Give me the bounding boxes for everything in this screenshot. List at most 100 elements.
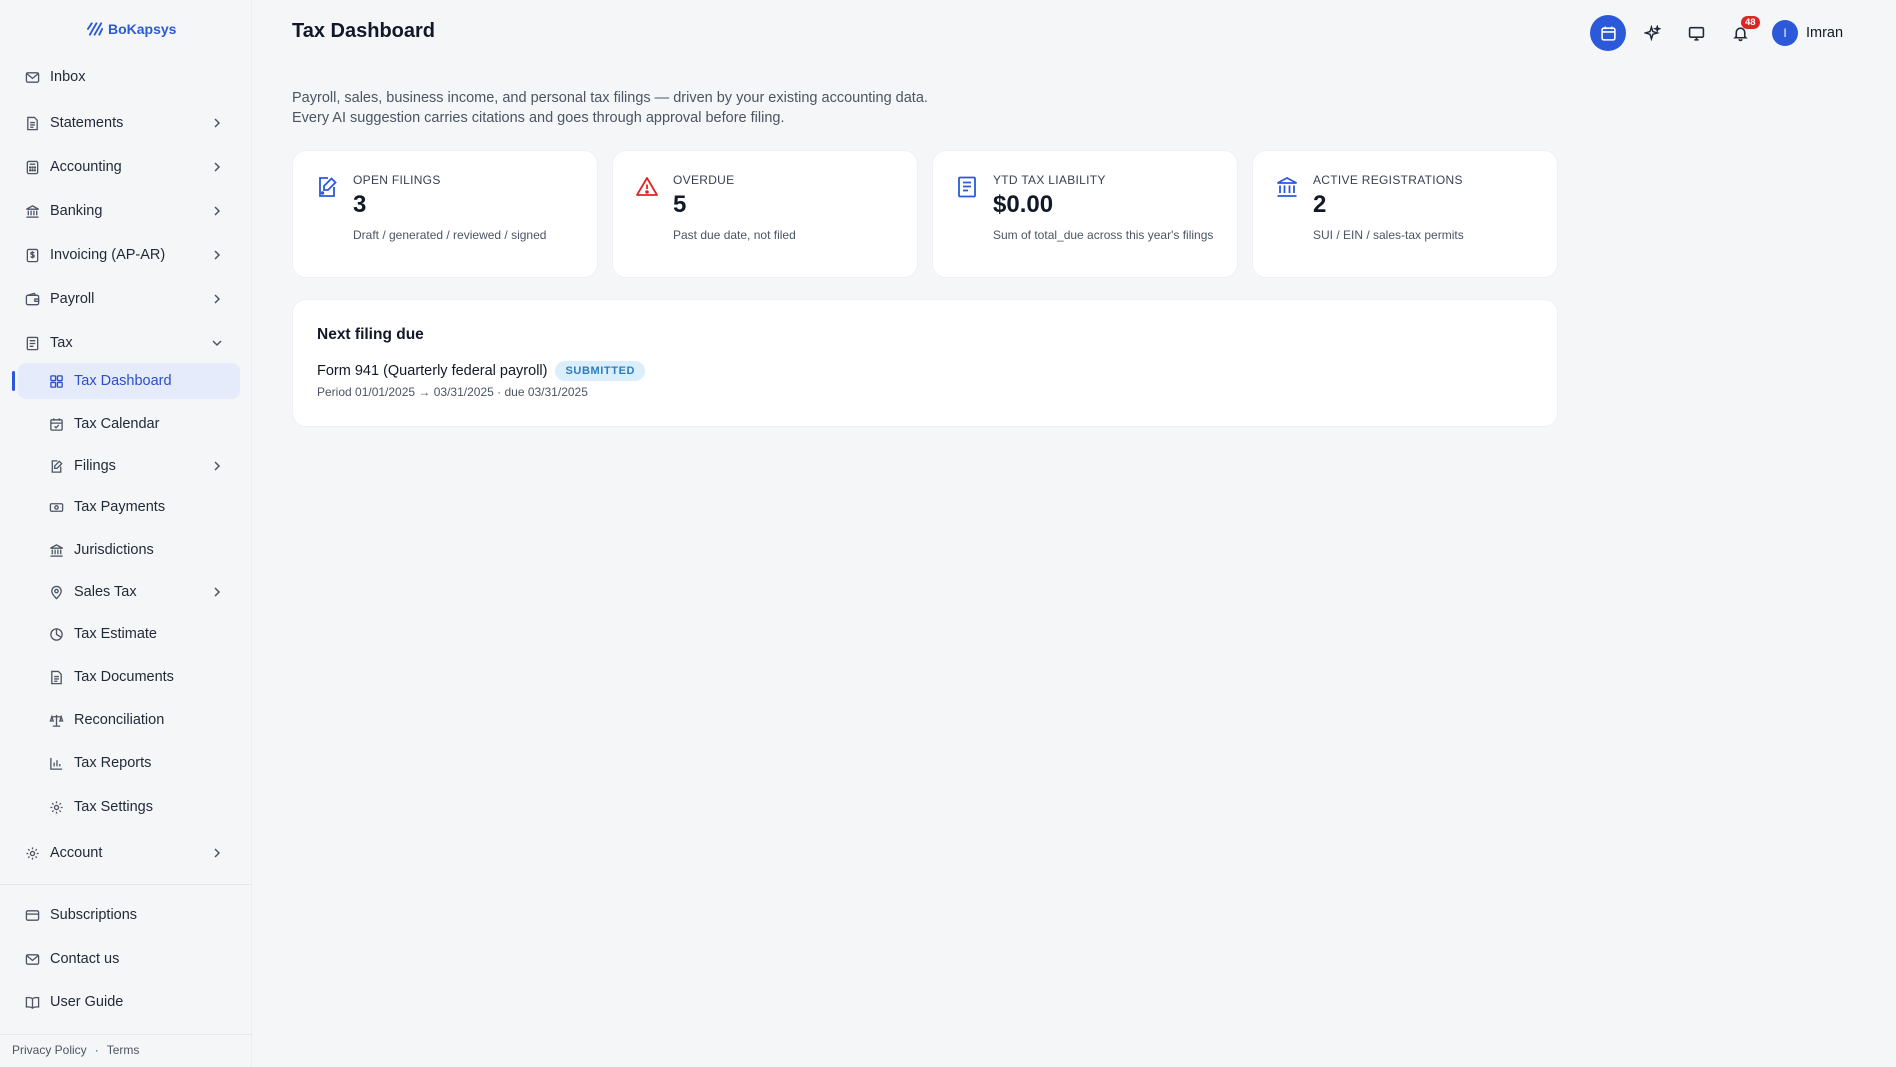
sidebar-item-label: Tax bbox=[50, 335, 73, 351]
ai-assistant-button[interactable] bbox=[1634, 15, 1670, 51]
display-button[interactable] bbox=[1678, 15, 1714, 51]
footer-separator: · bbox=[94, 1043, 99, 1057]
sidebar-item-label: Jurisdictions bbox=[74, 542, 154, 558]
sidebar-item-tax[interactable]: Tax bbox=[12, 325, 240, 361]
sidebar-item-invoicing[interactable]: Invoicing (AP-AR) bbox=[12, 237, 240, 273]
sidebar-item-statements[interactable]: Statements bbox=[12, 105, 240, 141]
sidebar-divider bbox=[0, 1034, 252, 1035]
scale-icon bbox=[48, 712, 64, 728]
sidebar-item-label: Payroll bbox=[50, 291, 95, 307]
sidebar-item-jurisdictions[interactable]: Jurisdictions bbox=[12, 532, 240, 568]
mail-icon bbox=[24, 69, 40, 85]
sidebar-item-label: Tax Documents bbox=[74, 669, 174, 685]
sidebar-item-tax-reports[interactable]: Tax Reports bbox=[12, 745, 240, 781]
stat-card-open-filings[interactable]: OPEN FILINGS 3 Draft / generated / revie… bbox=[292, 150, 598, 278]
sidebar-item-filings[interactable]: Filings bbox=[12, 448, 240, 484]
sidebar-item-payroll[interactable]: Payroll bbox=[12, 281, 240, 317]
user-name: Imran bbox=[1806, 25, 1844, 41]
sidebar-item-subscriptions[interactable]: Subscriptions bbox=[12, 897, 240, 933]
stat-description: SUI / EIN / sales-tax permits bbox=[1313, 228, 1464, 242]
pie-chart-icon bbox=[48, 626, 64, 642]
sidebar: BoKapsys Inbox Statements Accounting Ban… bbox=[0, 0, 252, 1067]
sidebar-item-label: User Guide bbox=[50, 994, 124, 1010]
stat-title: OVERDUE bbox=[673, 173, 735, 187]
stat-value: 3 bbox=[353, 191, 367, 218]
monitor-icon bbox=[1688, 26, 1704, 41]
avatar: I bbox=[1772, 20, 1798, 46]
credit-card-icon bbox=[24, 907, 40, 923]
sidebar-divider bbox=[0, 884, 252, 885]
chevron-down-icon bbox=[212, 340, 222, 347]
stat-value: $0.00 bbox=[993, 191, 1054, 218]
stat-title: OPEN FILINGS bbox=[353, 173, 441, 187]
stat-value: 5 bbox=[673, 191, 687, 218]
bank-icon bbox=[48, 542, 64, 558]
stat-card-active-registrations[interactable]: ACTIVE REGISTRATIONS 2 SUI / EIN / sales… bbox=[1252, 150, 1558, 278]
wallet-icon bbox=[24, 291, 40, 307]
sidebar-item-user-guide[interactable]: User Guide bbox=[12, 984, 240, 1020]
stat-description: Past due date, not filed bbox=[673, 228, 796, 242]
sidebar-item-tax-settings[interactable]: Tax Settings bbox=[12, 789, 240, 825]
notifications-button[interactable]: 48 bbox=[1722, 15, 1760, 51]
terms-link[interactable]: Terms bbox=[107, 1043, 140, 1057]
stat-card-ytd-liability[interactable]: YTD TAX LIABILITY $0.00 Sum of total_due… bbox=[932, 150, 1238, 278]
next-filing-row[interactable]: Form 941 (Quarterly federal payroll) SUB… bbox=[317, 361, 646, 381]
stat-card-overdue[interactable]: OVERDUE 5 Past due date, not filed bbox=[612, 150, 918, 278]
sidebar-item-tax-documents[interactable]: Tax Documents bbox=[12, 659, 240, 695]
gear-icon bbox=[24, 845, 40, 861]
stat-title: ACTIVE REGISTRATIONS bbox=[1313, 173, 1463, 187]
sidebar-footer: Privacy Policy · Terms bbox=[12, 1043, 139, 1057]
gear-icon bbox=[48, 799, 64, 815]
calendar-check-icon bbox=[48, 416, 64, 432]
edit-doc-icon bbox=[319, 177, 337, 197]
sidebar-item-label: Tax Dashboard bbox=[74, 373, 172, 389]
grid-icon bbox=[48, 373, 64, 389]
sidebar-item-label: Statements bbox=[50, 115, 124, 131]
bank-icon bbox=[24, 203, 40, 219]
warning-icon bbox=[636, 177, 658, 196]
sidebar-item-tax-calendar[interactable]: Tax Calendar bbox=[12, 406, 240, 442]
sidebar-item-label: Tax Settings bbox=[74, 799, 153, 815]
document-icon bbox=[24, 115, 40, 131]
sidebar-item-contact-us[interactable]: Contact us bbox=[12, 941, 240, 977]
sidebar-item-tax-estimate[interactable]: Tax Estimate bbox=[12, 616, 240, 652]
sidebar-item-tax-payments[interactable]: Tax Payments bbox=[12, 489, 240, 525]
receipt-icon bbox=[24, 335, 40, 351]
brand-logo[interactable]: BoKapsys bbox=[87, 20, 176, 38]
sidebar-item-reconciliation[interactable]: Reconciliation bbox=[12, 702, 240, 738]
next-filing-card: Next filing due Form 941 (Quarterly fede… bbox=[292, 299, 1558, 427]
active-indicator bbox=[12, 371, 15, 391]
sidebar-item-tax-dashboard[interactable]: Tax Dashboard bbox=[18, 363, 240, 399]
main-content: Tax Dashboard 48 I Imran Payroll, sales,… bbox=[252, 0, 1896, 1067]
status-badge: SUBMITTED bbox=[555, 361, 646, 381]
sidebar-item-inbox[interactable]: Inbox bbox=[12, 59, 240, 95]
chevron-right-icon bbox=[214, 294, 221, 304]
privacy-policy-link[interactable]: Privacy Policy bbox=[12, 1043, 87, 1057]
description-line-2: Every AI suggestion carries citations an… bbox=[292, 110, 785, 126]
sidebar-item-label: Invoicing (AP-AR) bbox=[50, 247, 166, 263]
brand-name: BoKapsys bbox=[108, 21, 177, 37]
user-menu[interactable]: I Imran bbox=[1772, 20, 1843, 46]
chevron-right-icon bbox=[214, 206, 221, 216]
mail-icon bbox=[24, 951, 40, 967]
sidebar-item-label: Banking bbox=[50, 203, 103, 219]
map-pin-icon bbox=[48, 584, 64, 600]
logo-icon bbox=[87, 22, 104, 36]
sidebar-item-label: Reconciliation bbox=[74, 712, 165, 728]
sidebar-item-sales-tax[interactable]: Sales Tax bbox=[12, 574, 240, 610]
bank-icon bbox=[1277, 176, 1297, 197]
sparkles-icon bbox=[1643, 24, 1661, 41]
sidebar-item-label: Filings bbox=[74, 458, 116, 474]
sidebar-item-banking[interactable]: Banking bbox=[12, 193, 240, 229]
sidebar-item-label: Tax Reports bbox=[74, 755, 152, 771]
receipt-icon bbox=[958, 176, 976, 198]
next-filing-title: Next filing due bbox=[317, 326, 424, 343]
sidebar-item-label: Contact us bbox=[50, 951, 120, 967]
book-open-icon bbox=[24, 994, 40, 1010]
page-description: Payroll, sales, business income, and per… bbox=[292, 88, 928, 128]
sidebar-item-account[interactable]: Account bbox=[12, 835, 240, 871]
chevron-right-icon bbox=[214, 848, 221, 858]
sidebar-item-accounting[interactable]: Accounting bbox=[12, 149, 240, 185]
stat-value: 2 bbox=[1313, 191, 1327, 218]
calendar-button[interactable] bbox=[1590, 15, 1626, 51]
